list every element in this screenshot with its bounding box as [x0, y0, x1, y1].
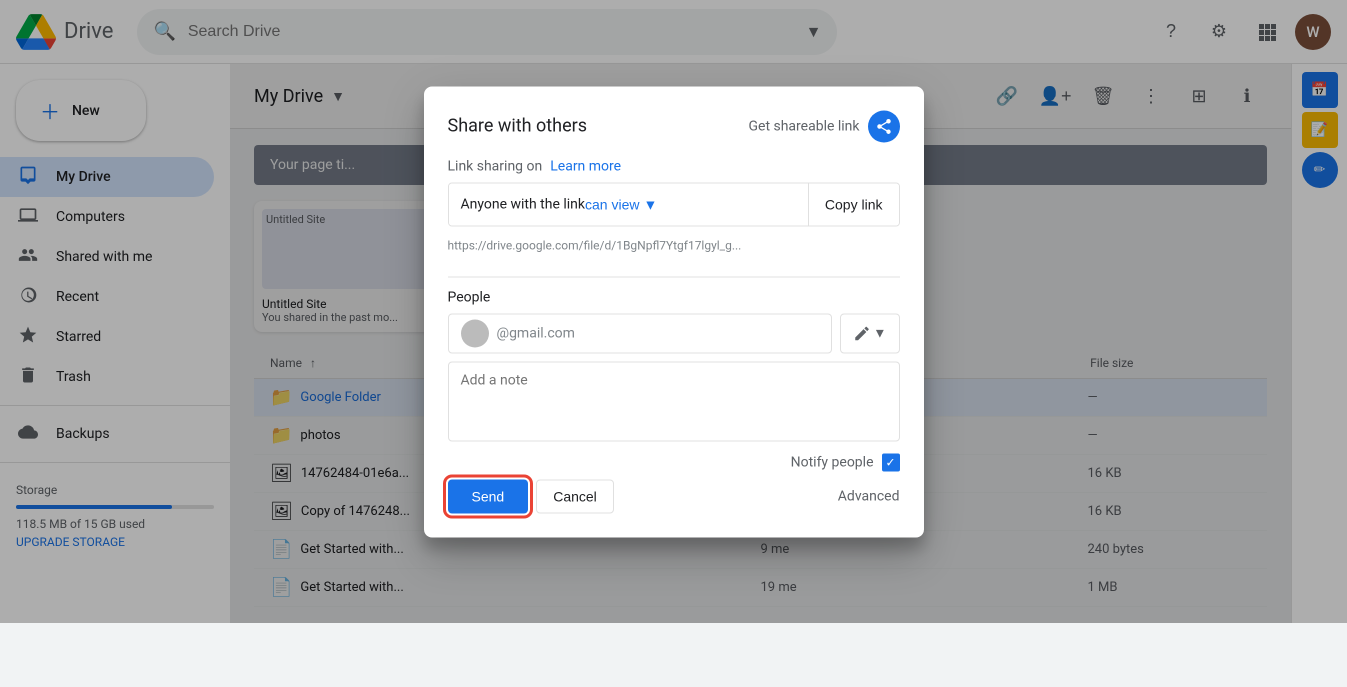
get-shareable-link-button[interactable]: Get shareable link [748, 110, 899, 142]
link-url: https://drive.google.com/file/d/1BgNpfl7… [448, 234, 900, 264]
email-value: @gmail.com [497, 325, 575, 341]
edit-permissions-button[interactable]: ▼ [840, 313, 899, 353]
people-input-row: @gmail.com ▼ [448, 313, 900, 353]
link-row: Anyone with the link can view ▼ Copy lin… [448, 182, 900, 226]
email-input[interactable]: @gmail.com [448, 313, 833, 353]
note-textarea[interactable] [448, 361, 900, 441]
share-icon-circle [868, 110, 900, 142]
notify-row: Notify people ✓ [448, 453, 900, 471]
dialog-title: Share with others [448, 116, 588, 137]
edit-icon [853, 324, 871, 342]
copy-link-button[interactable]: Copy link [808, 183, 899, 225]
notify-checkbox[interactable]: ✓ [882, 453, 900, 471]
can-view-button[interactable]: can view ▼ [585, 196, 657, 212]
dialog-header: Share with others Get shareable link [448, 110, 900, 142]
share-dialog: Share with others Get shareable link Lin… [424, 86, 924, 537]
advanced-link[interactable]: Advanced [838, 488, 900, 504]
get-shareable-label: Get shareable link [748, 118, 859, 134]
link-input-area: Anyone with the link can view ▼ [449, 183, 808, 225]
dialog-footer: Send Cancel Advanced [448, 479, 900, 513]
people-label: People [448, 289, 900, 305]
dialog-divider [448, 276, 900, 277]
send-button[interactable]: Send [448, 479, 529, 513]
learn-more-link[interactable]: Learn more [550, 158, 621, 174]
edit-dropdown-icon: ▼ [873, 326, 886, 341]
email-avatar [461, 319, 489, 347]
link-sharing-row: Link sharing on Learn more [448, 158, 900, 174]
dialog-actions-left: Send Cancel [448, 479, 614, 513]
link-sharing-label: Link sharing on [448, 158, 543, 174]
cancel-button[interactable]: Cancel [536, 479, 614, 513]
share-icon [875, 117, 893, 135]
notify-label: Notify people [791, 454, 874, 470]
anyone-text: Anyone with the link [461, 196, 586, 212]
can-view-dropdown-icon: ▼ [643, 196, 657, 212]
can-view-label: can view [585, 196, 639, 212]
